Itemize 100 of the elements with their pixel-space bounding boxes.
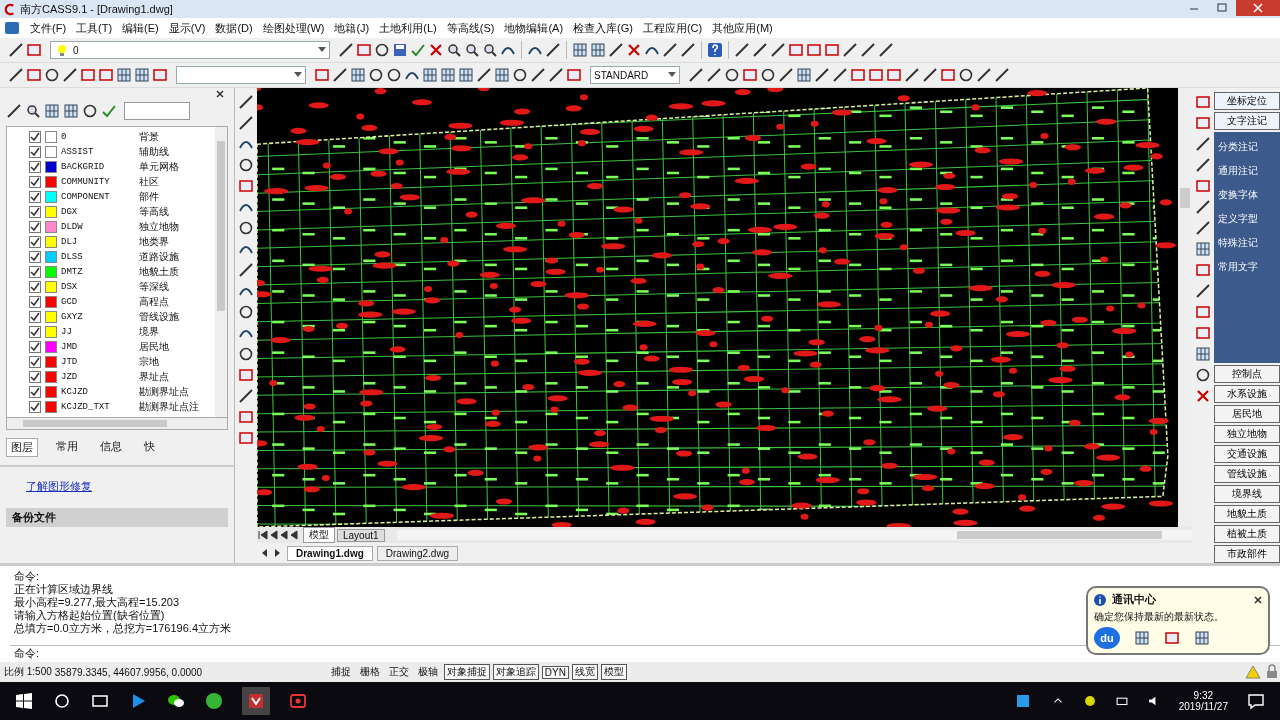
layer-row[interactable]: DMTZ 地貌土质 xyxy=(7,264,215,279)
panel-tab[interactable]: 信息 xyxy=(96,438,126,457)
panel-button[interactable]: 文字注记 xyxy=(1214,112,1280,130)
square-icon[interactable] xyxy=(824,42,840,58)
line-icon[interactable] xyxy=(608,42,624,58)
circle-icon[interactable] xyxy=(238,304,254,320)
line-icon[interactable] xyxy=(860,42,876,58)
checkbox[interactable] xyxy=(29,265,41,278)
status-toggle[interactable]: 正交 xyxy=(385,664,412,680)
line-icon[interactable] xyxy=(994,67,1010,83)
square-icon[interactable] xyxy=(868,67,884,83)
clock-time[interactable]: 9:32 xyxy=(1193,690,1214,701)
check-icon[interactable] xyxy=(101,103,117,119)
clock-date[interactable]: 2019/11/27 xyxy=(1178,701,1228,712)
layer-row[interactable]: KCJZD 勘测界址点 xyxy=(7,384,215,399)
menu-item[interactable]: 编辑(E) xyxy=(122,20,159,36)
checkbox[interactable] xyxy=(29,175,41,188)
layer-row[interactable]: JMD 居民地 xyxy=(7,339,215,354)
line-icon[interactable] xyxy=(8,67,24,83)
line-icon[interactable] xyxy=(548,67,564,83)
square-icon[interactable] xyxy=(742,67,758,83)
menu-item[interactable]: 工程应用(C) xyxy=(642,20,703,36)
grid-icon[interactable] xyxy=(1134,630,1150,646)
menu-item[interactable]: 显示(V) xyxy=(168,20,206,36)
checkbox[interactable] xyxy=(29,130,41,143)
checkbox[interactable] xyxy=(29,205,41,218)
menu-item[interactable]: 其他应用(M) xyxy=(712,20,773,36)
line-icon[interactable] xyxy=(238,115,254,131)
layer-row[interactable]: COMPONENT 部件 xyxy=(7,189,215,204)
circle-icon[interactable] xyxy=(238,346,254,362)
checkbox[interactable] xyxy=(29,190,41,203)
file-tab[interactable]: Drawing1.dwg xyxy=(287,545,373,561)
checkbox[interactable] xyxy=(29,325,41,338)
layer-row[interactable]: DLJ 地类界 xyxy=(7,234,215,249)
category-button[interactable]: 控制点 xyxy=(1214,365,1280,383)
panel-item[interactable]: 常用文字 xyxy=(1218,260,1276,274)
grid-icon[interactable] xyxy=(422,67,438,83)
line-icon[interactable] xyxy=(476,67,492,83)
grid-icon[interactable] xyxy=(1195,241,1211,257)
layout-tab[interactable]: Layout1 xyxy=(337,528,385,542)
panel-item[interactable]: 特殊注记 xyxy=(1218,236,1276,250)
checkbox[interactable] xyxy=(29,400,41,413)
style-dropdown[interactable]: STANDARD xyxy=(590,66,680,84)
scrollbar[interactable] xyxy=(396,530,1192,540)
checkbox[interactable] xyxy=(29,235,41,248)
menu-item[interactable]: 绘图处理(W) xyxy=(262,20,325,36)
grid-icon[interactable] xyxy=(796,67,812,83)
line-icon[interactable] xyxy=(530,67,546,83)
circle-icon[interactable] xyxy=(512,67,528,83)
circle-icon[interactable] xyxy=(958,67,974,83)
line-icon[interactable] xyxy=(832,67,848,83)
circle-icon[interactable] xyxy=(386,67,402,83)
lock-icon[interactable] xyxy=(1264,664,1280,680)
panel-item[interactable]: 分类注记 xyxy=(1218,140,1276,154)
notification-icon[interactable] xyxy=(1246,691,1266,711)
line-icon[interactable] xyxy=(1195,220,1211,236)
line-icon[interactable] xyxy=(680,42,696,58)
status-toggle[interactable]: 模型 xyxy=(600,664,627,680)
line-icon[interactable] xyxy=(6,103,22,119)
line-icon[interactable] xyxy=(238,262,254,278)
square-icon[interactable] xyxy=(356,42,372,58)
category-button[interactable]: 交通设施 xyxy=(1214,445,1280,463)
circle-icon[interactable] xyxy=(368,67,384,83)
menu-item[interactable]: 文件(F) xyxy=(30,20,67,36)
square-icon[interactable] xyxy=(26,67,42,83)
grid-icon[interactable] xyxy=(458,67,474,83)
status-toggle[interactable]: 对象追踪 xyxy=(492,664,539,680)
grid-icon[interactable] xyxy=(440,67,456,83)
category-button[interactable]: 市政部件 xyxy=(1214,545,1280,563)
line-icon[interactable] xyxy=(1195,283,1211,299)
line-icon[interactable] xyxy=(338,42,354,58)
square-icon[interactable] xyxy=(1195,304,1211,320)
grid-icon[interactable] xyxy=(44,103,60,119)
menu-item[interactable]: 数据(D) xyxy=(215,20,253,36)
menu-item[interactable]: 检查入库(G) xyxy=(573,20,633,36)
grid-icon[interactable] xyxy=(116,67,132,83)
checkbox[interactable] xyxy=(29,310,41,323)
zoom-icon[interactable] xyxy=(464,42,480,58)
square-icon[interactable] xyxy=(1164,630,1180,646)
category-button[interactable]: 水系设施 xyxy=(1214,385,1280,403)
grid-icon[interactable] xyxy=(1194,630,1210,646)
square-icon[interactable] xyxy=(1195,325,1211,341)
checkbox[interactable] xyxy=(29,250,41,263)
help-icon[interactable] xyxy=(707,42,723,58)
layer-row[interactable]: JJ 境界 xyxy=(7,324,215,339)
document-icon[interactable] xyxy=(4,20,20,36)
layer-row[interactable]: KCJZD_TXT 勘测界址点注 xyxy=(7,399,215,414)
circle-icon[interactable] xyxy=(1195,367,1211,383)
line-icon[interactable] xyxy=(62,67,78,83)
layer-row[interactable]: COMMUNITY 社区 xyxy=(7,174,215,189)
grid-icon[interactable] xyxy=(1195,346,1211,362)
line-icon[interactable] xyxy=(878,42,894,58)
warning-icon[interactable] xyxy=(1245,664,1261,680)
navigation-icon[interactable] xyxy=(257,529,301,541)
cross-icon[interactable] xyxy=(428,42,444,58)
square-icon[interactable] xyxy=(788,42,804,58)
line-icon[interactable] xyxy=(8,42,24,58)
logo-badge[interactable]: du xyxy=(1094,627,1120,649)
recovery-link[interactable]: 了解图形修复 xyxy=(26,479,92,494)
panel-item[interactable]: 变换字体 xyxy=(1218,188,1276,202)
